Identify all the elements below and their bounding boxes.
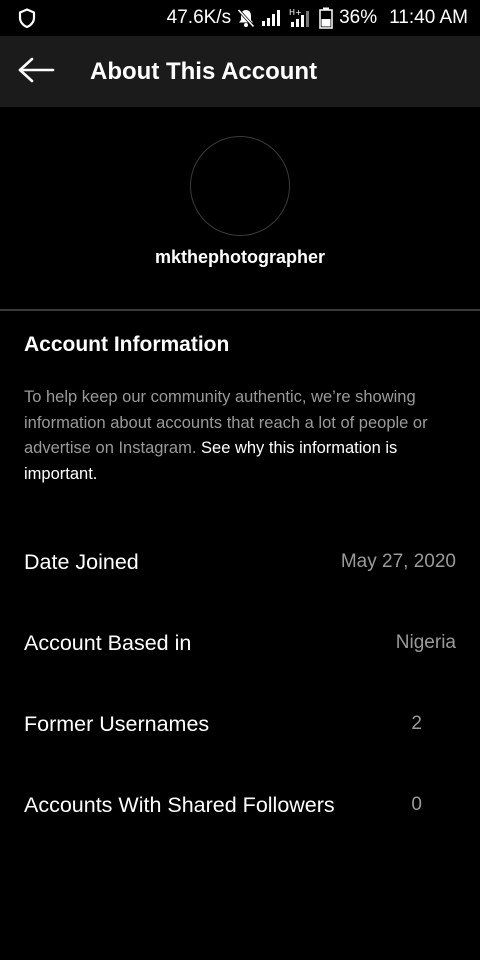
clock: 11:40 AM bbox=[389, 7, 468, 28]
detail-value: May 27, 2020 bbox=[340, 551, 456, 572]
status-bar: 47.6K/s H+ 36% 11:40 AM bbox=[0, 0, 480, 36]
detail-value: Nigeria bbox=[395, 632, 456, 653]
shield-icon bbox=[17, 8, 37, 29]
detail-label: Date Joined bbox=[24, 550, 139, 574]
divider bbox=[0, 309, 480, 311]
detail-label: Account Based in bbox=[24, 631, 192, 655]
detail-row-account-based-in[interactable]: Account Based in Nigeria bbox=[24, 623, 456, 663]
network-speed: 47.6K/s bbox=[166, 7, 232, 28]
arrow-left-icon bbox=[17, 57, 55, 88]
detail-row-former-usernames[interactable]: Former Usernames 2 bbox=[24, 704, 456, 744]
status-indicators: 47.6K/s H+ 36% 11:40 AM bbox=[167, 0, 468, 36]
signal-icon bbox=[261, 9, 283, 27]
detail-value: 2 bbox=[411, 713, 422, 734]
detail-row-date-joined: Date Joined May 27, 2020 bbox=[24, 542, 456, 582]
detail-label: Former Usernames bbox=[24, 712, 210, 736]
detail-label: Accounts With Shared Followers bbox=[24, 793, 335, 817]
detail-row-shared-followers[interactable]: Accounts With Shared Followers 0 bbox=[24, 785, 456, 825]
detail-value: 0 bbox=[411, 794, 422, 815]
username: mkthephotographer bbox=[154, 247, 325, 267]
app-bar: About This Account bbox=[0, 36, 480, 107]
account-info-description: To help keep our community authentic, we… bbox=[24, 385, 464, 487]
section-title: Account Information bbox=[24, 333, 230, 356]
battery-level: 36% bbox=[339, 7, 378, 28]
avatar[interactable] bbox=[190, 136, 290, 236]
svg-text:H+: H+ bbox=[289, 8, 302, 17]
hplus-signal-icon: H+ bbox=[289, 7, 313, 29]
back-button[interactable] bbox=[12, 50, 60, 94]
battery-icon bbox=[319, 7, 333, 29]
mute-icon bbox=[237, 8, 255, 28]
page-title: About This Account bbox=[90, 58, 318, 85]
